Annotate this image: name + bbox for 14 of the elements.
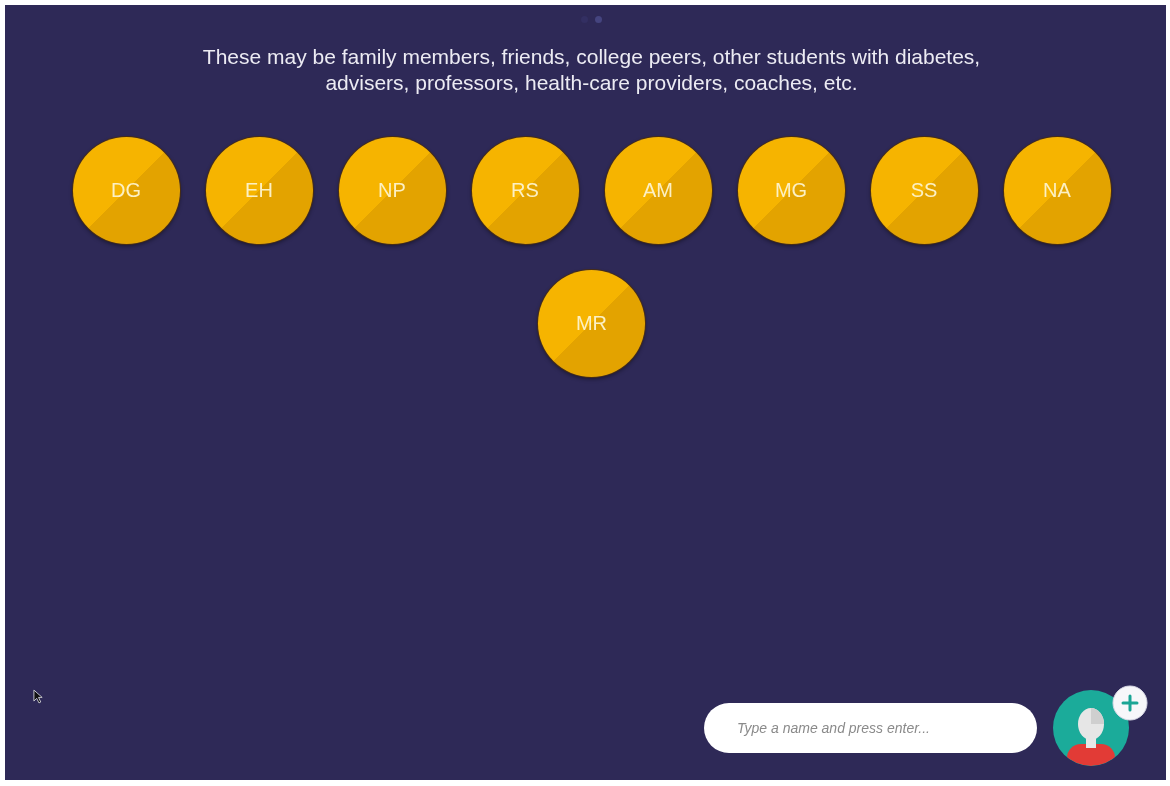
person-avatar[interactable]: MR xyxy=(538,270,645,377)
person-avatar[interactable]: NA xyxy=(1003,137,1111,244)
mouse-pointer-icon xyxy=(33,689,44,704)
person-avatar[interactable]: AM xyxy=(604,137,712,244)
person-avatar[interactable]: MG xyxy=(737,137,845,244)
person-avatar[interactable]: SS xyxy=(870,137,978,244)
intro-text: These may be family members, friends, college peers, other students with diabetes, advisers, professors, health-care providers, coaches, etc. xyxy=(201,44,981,96)
person-avatar[interactable]: EH xyxy=(205,137,313,244)
person-avatar[interactable]: NP xyxy=(338,137,446,244)
page-dot[interactable] xyxy=(595,16,602,23)
person-avatar[interactable]: RS xyxy=(471,137,579,244)
name-input[interactable]: Type a name and press enter... xyxy=(704,703,1037,753)
person-avatar[interactable]: DG xyxy=(72,137,180,244)
plus-icon[interactable] xyxy=(1112,685,1148,721)
